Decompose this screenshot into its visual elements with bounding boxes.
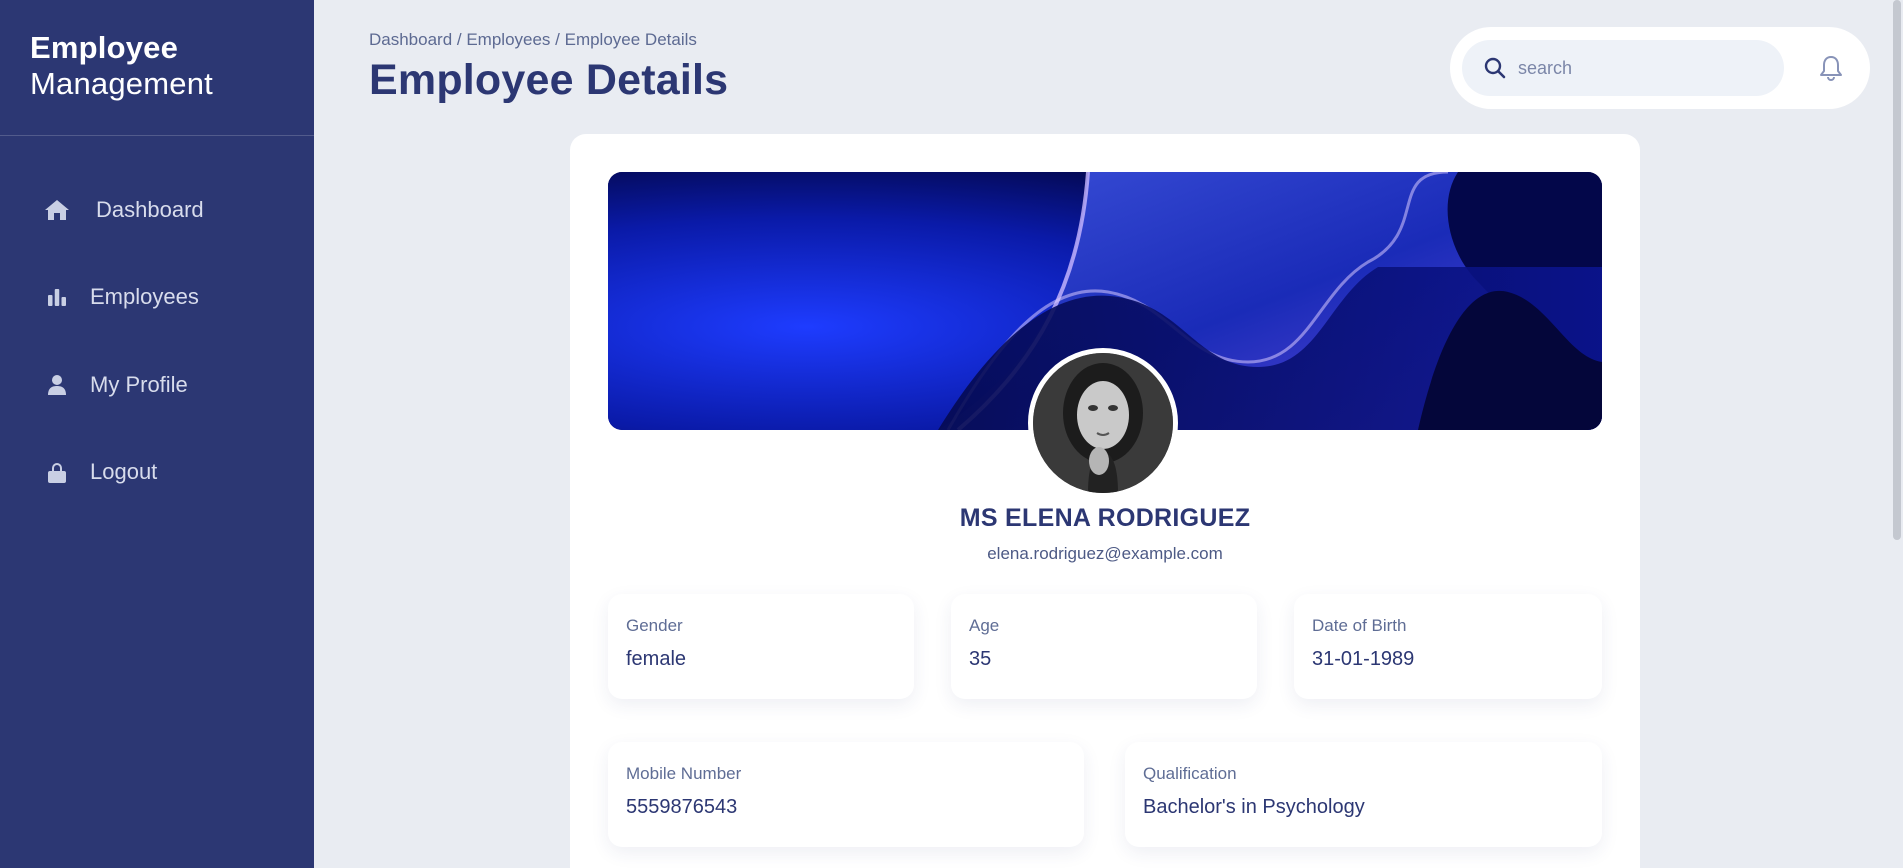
sidebar-item-dashboard[interactable]: Dashboard bbox=[0, 166, 314, 254]
page-scrollbar[interactable] bbox=[1891, 0, 1903, 868]
field-value: 5559876543 bbox=[626, 796, 738, 818]
sidebar-item-label: My Profile bbox=[90, 371, 188, 397]
info-card-mobile-number: Mobile Number 5559876543 bbox=[608, 742, 1084, 847]
scrollbar-thumb[interactable] bbox=[1893, 0, 1901, 540]
main-content: Dashboard / Employees / Employee Details… bbox=[314, 0, 1903, 868]
breadcrumb[interactable]: Dashboard / Employees / Employee Details bbox=[369, 30, 697, 50]
lock-icon bbox=[44, 459, 70, 485]
bar-chart-icon bbox=[44, 284, 70, 310]
app: Employee Management Dashboard Employees bbox=[0, 0, 1903, 868]
sidebar-nav: Dashboard Employees My Profile Logout bbox=[0, 136, 314, 516]
sidebar-item-employees[interactable]: Employees bbox=[0, 254, 314, 342]
field-label: Qualification bbox=[1143, 764, 1237, 783]
info-card-qualification: Qualification Bachelor's in Psychology bbox=[1125, 742, 1602, 847]
field-label: Date of Birth bbox=[1312, 616, 1407, 635]
field-label: Gender bbox=[626, 616, 683, 635]
field-value: female bbox=[626, 648, 687, 670]
sidebar-item-label: Dashboard bbox=[96, 196, 204, 222]
search-icon bbox=[1484, 57, 1506, 79]
search-box[interactable] bbox=[1462, 40, 1784, 96]
employee-avatar bbox=[1028, 348, 1178, 498]
field-value: 31-01-1989 bbox=[1312, 648, 1415, 670]
search-input[interactable] bbox=[1518, 57, 1758, 79]
brand-logo: Employee Management bbox=[0, 0, 314, 136]
field-label: Mobile Number bbox=[626, 764, 742, 783]
brand-title-line2: Management bbox=[30, 66, 213, 101]
employee-name: MS ELENA RODRIGUEZ bbox=[959, 504, 1251, 532]
notification-bell-icon[interactable] bbox=[1816, 53, 1846, 83]
brand-title-line1: Employee bbox=[30, 30, 179, 65]
employee-details-card: MS ELENA RODRIGUEZ elena.rodriguez@examp… bbox=[570, 134, 1640, 868]
page-title: Employee Details bbox=[369, 56, 729, 104]
info-card-gender: Gender female bbox=[608, 594, 914, 699]
sidebar-item-label: Employees bbox=[90, 284, 199, 310]
field-label: Age bbox=[969, 616, 1000, 635]
home-icon bbox=[44, 197, 70, 223]
sidebar-item-logout[interactable]: Logout bbox=[0, 429, 314, 517]
user-icon bbox=[44, 372, 70, 398]
field-value: 35 bbox=[969, 648, 992, 670]
info-card-age: Age 35 bbox=[951, 594, 1257, 699]
employee-email: elena.rodriguez@example.com bbox=[987, 544, 1223, 563]
sidebar-item-my-profile[interactable]: My Profile bbox=[0, 341, 314, 429]
info-card-date-of-birth: Date of Birth 31-01-1989 bbox=[1294, 594, 1602, 699]
field-value: Bachelor's in Psychology bbox=[1143, 796, 1365, 818]
sidebar-item-label: Logout bbox=[90, 459, 158, 485]
sidebar: Employee Management Dashboard Employees bbox=[0, 0, 314, 868]
header-search-area bbox=[1450, 27, 1870, 109]
